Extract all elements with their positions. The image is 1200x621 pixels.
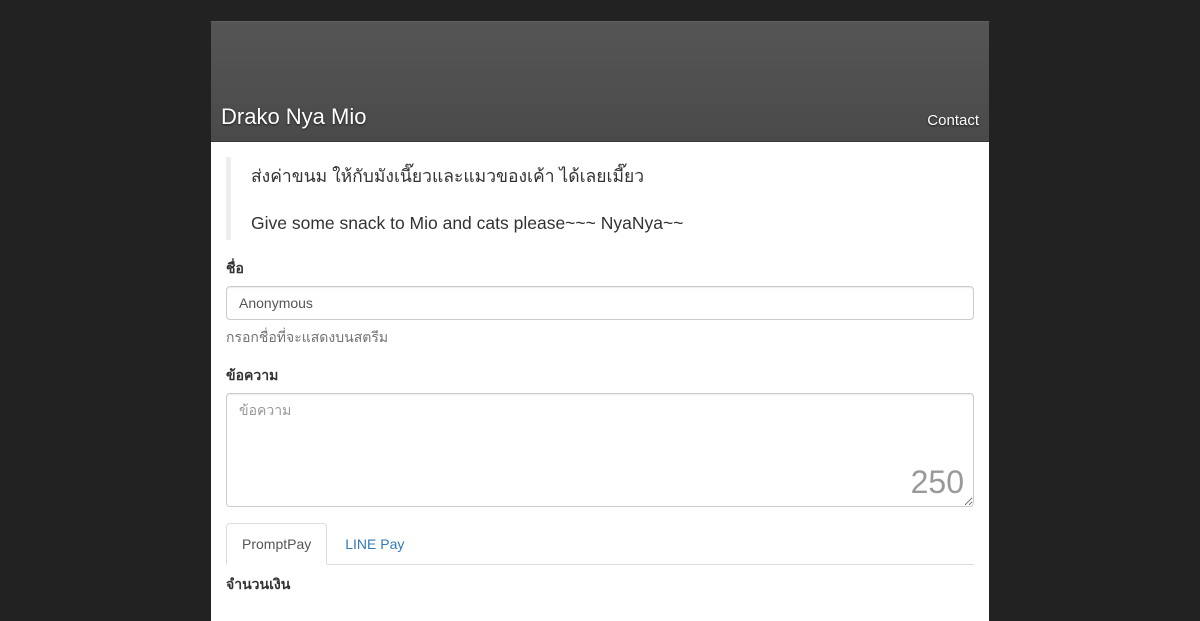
tab-promptpay[interactable]: PromptPay [226, 522, 328, 565]
tab-line-pay[interactable]: LINE Pay [329, 523, 420, 565]
page-header: Drako Nya Mio Contact [211, 21, 989, 142]
name-label: ชื่อ [226, 259, 244, 276]
message-field-wrapper: 250 [226, 392, 974, 507]
payment-tabs: PromptPay LINE Pay [226, 522, 974, 565]
amount-label: จำนวนเงิน [226, 575, 291, 592]
name-input[interactable] [226, 285, 974, 320]
main-content: ส่งค่าขนม ให้กับมังเนี๊ยวและแมวของเค้า ไ… [211, 142, 989, 596]
site-title: Drako Nya Mio [221, 104, 367, 129]
char-counter: 250 [910, 463, 964, 500]
intro-text-english: Give some snack to Mio and cats please~~… [251, 213, 684, 234]
intro-text-thai: ส่งค่าขนม ให้กับมังเนี๊ยวและแมวของเค้า ไ… [251, 166, 645, 186]
message-textarea[interactable] [226, 392, 974, 507]
page-container: Drako Nya Mio Contact ส่งค่าขนม ให้กับมั… [211, 21, 989, 621]
name-help-text: กรอกชื่อที่จะแสดงบนสตรีม [226, 328, 389, 345]
message-label: ข้อความ [226, 366, 279, 383]
contact-link[interactable]: Contact [927, 112, 979, 129]
intro-blockquote: ส่งค่าขนม ให้กับมังเนี๊ยวและแมวของเค้า ไ… [226, 157, 974, 240]
